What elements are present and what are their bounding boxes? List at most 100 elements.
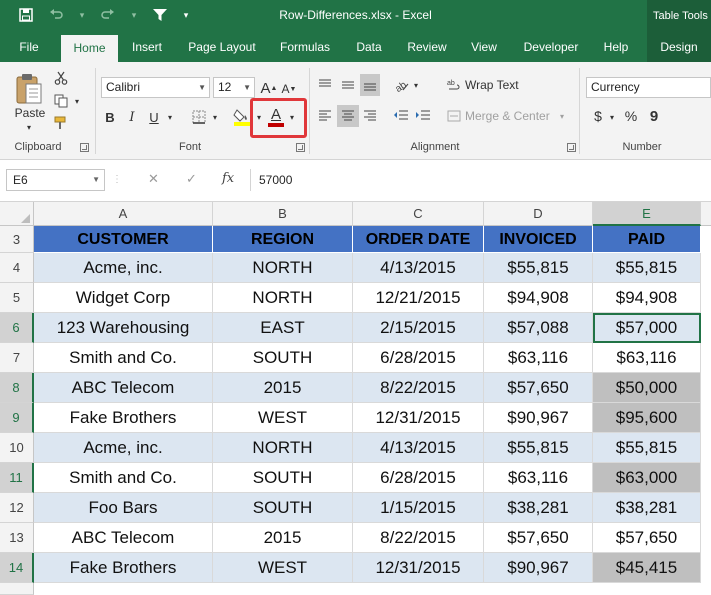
orientation-icon[interactable]: ab	[392, 76, 410, 94]
table-cell-order-date[interactable]: 2/15/2015	[353, 313, 484, 343]
cancel-entry-icon[interactable]: ✕	[148, 171, 159, 187]
table-cell-paid[interactable]: $63,116	[593, 343, 701, 373]
align-center-icon[interactable]	[337, 105, 359, 127]
fill-color-icon[interactable]	[232, 106, 252, 128]
tab-formulas[interactable]: Formulas	[272, 33, 338, 62]
column-header-d[interactable]: D	[484, 202, 593, 226]
select-all-button[interactable]	[0, 202, 34, 226]
table-cell-region[interactable]: 2015	[213, 523, 353, 553]
tab-help[interactable]: Help	[596, 33, 636, 62]
font-launcher-icon[interactable]	[296, 143, 305, 152]
font-size-select[interactable]: 12 ▼	[213, 77, 255, 98]
row-header[interactable]: 14	[0, 553, 34, 583]
table-cell-order-date[interactable]: 8/22/2015	[353, 373, 484, 403]
column-header-c[interactable]: C	[353, 202, 484, 226]
table-cell-region[interactable]: SOUTH	[213, 463, 353, 493]
table-cell-customer[interactable]: Acme, inc.	[34, 433, 213, 463]
grow-font-button[interactable]: A ▲	[261, 78, 278, 98]
table-cell-customer[interactable]: Smith and Co.	[34, 463, 213, 493]
table-cell-order-date[interactable]: 4/13/2015	[353, 433, 484, 463]
table-cell-customer[interactable]: Widget Corp	[34, 283, 213, 313]
table-cell-invoiced[interactable]: $57,088	[484, 313, 593, 343]
row-header[interactable]: 8	[0, 373, 34, 403]
clipboard-launcher-icon[interactable]	[80, 143, 89, 152]
column-header-a[interactable]: A	[34, 202, 213, 226]
table-cell-order-date[interactable]: 12/31/2015	[353, 403, 484, 433]
row-header[interactable]	[0, 583, 34, 595]
table-cell-paid[interactable]: $55,815	[593, 433, 701, 463]
table-cell-paid[interactable]: $55,815	[593, 253, 701, 283]
table-header-paid[interactable]: PAID	[593, 226, 701, 253]
row-header[interactable]: 11	[0, 463, 34, 493]
paste-icon[interactable]	[14, 72, 44, 106]
align-top-icon[interactable]	[316, 76, 334, 94]
table-cell-customer[interactable]: ABC Telecom	[34, 523, 213, 553]
row-header[interactable]: 9	[0, 403, 34, 433]
insert-function-icon[interactable]: fx	[222, 171, 234, 186]
borders-dropdown-icon[interactable]: ▾	[210, 110, 220, 124]
align-left-icon[interactable]	[316, 106, 334, 126]
table-cell-paid[interactable]: $50,000	[593, 373, 701, 403]
table-cell-invoiced[interactable]: $90,967	[484, 403, 593, 433]
underline-button[interactable]: U	[145, 108, 163, 126]
merge-dropdown-icon[interactable]: ▾	[557, 109, 567, 123]
table-cell-invoiced[interactable]: $63,116	[484, 463, 593, 493]
table-cell-region[interactable]: NORTH	[213, 433, 353, 463]
table-cell-invoiced[interactable]: $90,967	[484, 553, 593, 583]
accounting-format-button[interactable]: $	[590, 106, 606, 126]
italic-button[interactable]: I	[123, 108, 141, 126]
table-cell-region[interactable]: WEST	[213, 403, 353, 433]
tab-file[interactable]: File	[8, 33, 50, 62]
table-cell-order-date[interactable]: 4/13/2015	[353, 253, 484, 283]
format-painter-icon[interactable]	[52, 114, 70, 132]
align-right-icon[interactable]	[361, 106, 379, 126]
bold-button[interactable]: B	[101, 108, 119, 126]
tab-developer[interactable]: Developer	[516, 33, 586, 62]
merge-center-button[interactable]: Merge & Center	[465, 107, 555, 125]
align-bottom-icon[interactable]	[360, 74, 380, 96]
tab-design[interactable]: Design	[647, 33, 711, 62]
table-cell-region[interactable]: SOUTH	[213, 343, 353, 373]
table-cell-paid[interactable]: $57,000	[593, 313, 701, 343]
table-header-order-date[interactable]: ORDER DATE	[353, 226, 484, 253]
table-cell-invoiced[interactable]: $94,908	[484, 283, 593, 313]
name-box[interactable]: E6 ▼	[6, 169, 105, 191]
column-header-e[interactable]: E	[593, 202, 701, 226]
table-cell-invoiced[interactable]: $57,650	[484, 373, 593, 403]
table-header-customer[interactable]: CUSTOMER	[34, 226, 213, 253]
row-header[interactable]: 7	[0, 343, 34, 373]
orientation-dropdown-icon[interactable]: ▾	[411, 78, 421, 92]
number-format-select[interactable]: Currency	[586, 77, 711, 98]
row-header[interactable]: 13	[0, 523, 34, 553]
decrease-indent-icon[interactable]	[392, 106, 410, 126]
tab-insert[interactable]: Insert	[124, 33, 170, 62]
table-cell-paid[interactable]: $38,281	[593, 493, 701, 523]
cut-icon[interactable]	[52, 69, 70, 87]
table-cell-order-date[interactable]: 12/21/2015	[353, 283, 484, 313]
table-header-invoiced[interactable]: INVOICED	[484, 226, 593, 253]
table-header-region[interactable]: REGION	[213, 226, 353, 253]
table-cell-invoiced[interactable]: $55,815	[484, 433, 593, 463]
table-cell-customer[interactable]: Fake Brothers	[34, 553, 213, 583]
table-cell-paid[interactable]: $57,650	[593, 523, 701, 553]
table-cell-invoiced[interactable]: $63,116	[484, 343, 593, 373]
increase-indent-icon[interactable]	[414, 106, 432, 126]
table-cell-customer[interactable]: 123 Warehousing	[34, 313, 213, 343]
borders-icon[interactable]	[190, 108, 208, 126]
table-cell-region[interactable]: WEST	[213, 553, 353, 583]
percent-style-button[interactable]: %	[622, 106, 640, 126]
row-header[interactable]: 4	[0, 253, 34, 283]
comma-style-button[interactable]: 9	[646, 106, 662, 126]
row-header[interactable]: 12	[0, 493, 34, 523]
table-cell-paid[interactable]: $63,000	[593, 463, 701, 493]
alignment-launcher-icon[interactable]	[567, 143, 576, 152]
table-cell-customer[interactable]: Acme, inc.	[34, 253, 213, 283]
table-cell-customer[interactable]: Foo Bars	[34, 493, 213, 523]
confirm-entry-icon[interactable]: ✓	[186, 171, 197, 187]
table-cell-invoiced[interactable]: $55,815	[484, 253, 593, 283]
paste-button[interactable]: Paste	[13, 105, 47, 121]
table-cell-paid[interactable]: $95,600	[593, 403, 701, 433]
copy-dropdown-icon[interactable]: ▾	[72, 94, 82, 108]
shrink-font-button[interactable]: A ▼	[281, 80, 297, 98]
tab-page-layout[interactable]: Page Layout	[180, 33, 264, 62]
